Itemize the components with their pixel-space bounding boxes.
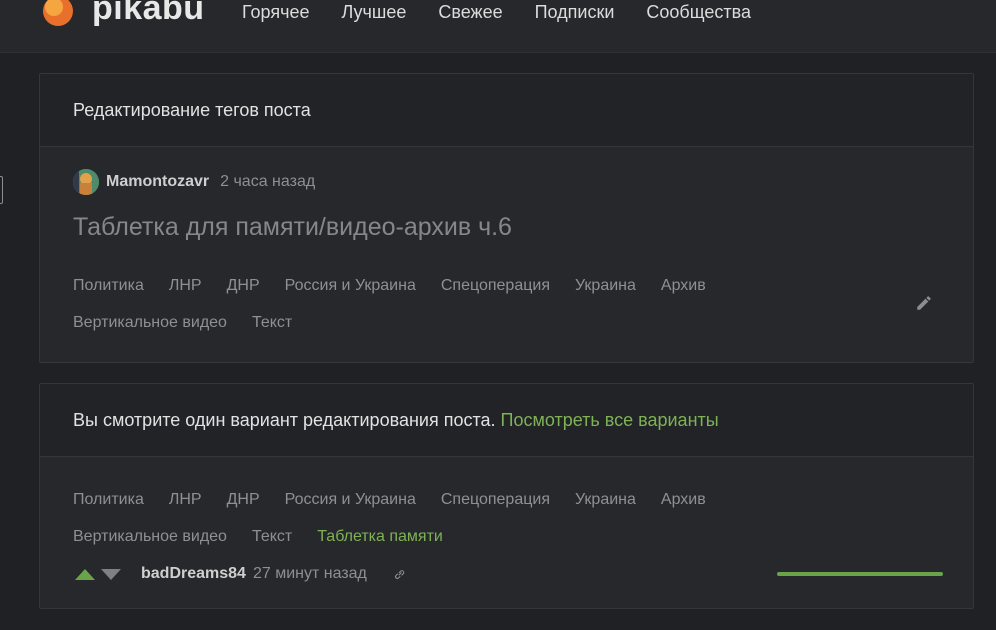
avatar[interactable] xyxy=(73,169,99,195)
nav-subscriptions[interactable]: Подписки xyxy=(535,0,615,24)
tag-edit-card: Редактирование тегов поста Mamontozavr 2… xyxy=(39,73,974,363)
original-tags: Политика ЛНР ДНР Россия и Украина Спецоп… xyxy=(73,274,853,348)
tag[interactable]: Архив xyxy=(661,274,706,311)
editor-name[interactable]: badDreams84 xyxy=(141,565,246,583)
vote-down-icon[interactable] xyxy=(101,568,121,580)
nav-best[interactable]: Лучшее xyxy=(342,0,407,24)
logo[interactable]: pikabu xyxy=(40,0,205,28)
side-panel-edge[interactable] xyxy=(0,176,3,204)
post-author-row: Mamontozavr 2 часа назад xyxy=(73,169,315,195)
post-title[interactable]: Таблетка для памяти/видео-архив ч.6 xyxy=(73,213,512,242)
edit-time: 27 минут назад xyxy=(252,565,367,582)
nav-hot[interactable]: Горячее xyxy=(242,0,310,24)
card-title: Редактирование тегов поста xyxy=(40,74,973,147)
tag[interactable]: Вертикальное видео xyxy=(73,311,227,348)
vote-up-icon[interactable] xyxy=(75,568,95,580)
approval-bar-fill xyxy=(777,572,943,576)
avatar-image xyxy=(73,169,99,195)
all-variants-link[interactable]: Посмотреть все варианты xyxy=(501,410,719,431)
tag[interactable]: Украина xyxy=(575,274,636,311)
tag[interactable]: Архив xyxy=(661,488,706,525)
author-name[interactable]: Mamontozavr xyxy=(106,173,209,191)
approval-bar xyxy=(777,572,943,576)
tag[interactable]: Спецоперация xyxy=(441,274,550,311)
tag[interactable]: Россия и Украина xyxy=(285,274,416,311)
nav-fresh[interactable]: Свежее xyxy=(438,0,502,24)
edit-pencil-icon[interactable] xyxy=(915,294,933,312)
tag[interactable]: ДНР xyxy=(227,488,260,525)
logo-text: pikabu xyxy=(92,0,205,27)
tag[interactable]: Политика xyxy=(73,274,144,311)
edit-vote-row: badDreams84 27 минут назад xyxy=(75,565,406,583)
tag-added[interactable]: Таблетка памяти xyxy=(317,525,443,562)
variant-notice-text: Вы смотрите один вариант редактирования … xyxy=(73,409,496,430)
tag[interactable]: ЛНР xyxy=(169,274,202,311)
post-time: 2 часа назад xyxy=(220,173,316,190)
tag[interactable]: Текст xyxy=(252,525,292,562)
tag[interactable]: ЛНР xyxy=(169,488,202,525)
tag[interactable]: Украина xyxy=(575,488,636,525)
tag[interactable]: Политика xyxy=(73,488,144,525)
top-bar: pikabu Горячее Лучшее Свежее Подписки Со… xyxy=(0,0,996,53)
edited-tags: Политика ЛНР ДНР Россия и Украина Спецоп… xyxy=(73,488,853,562)
tag[interactable]: Вертикальное видео xyxy=(73,525,227,562)
variant-notice: Вы смотрите один вариант редактирования … xyxy=(40,384,973,457)
tag[interactable]: Текст xyxy=(252,311,292,348)
edit-variant-card: Вы смотрите один вариант редактирования … xyxy=(39,383,974,609)
tag[interactable]: Спецоперация xyxy=(441,488,550,525)
main-nav: Горячее Лучшее Свежее Подписки Сообществ… xyxy=(242,0,783,24)
link-icon[interactable] xyxy=(393,568,406,581)
nav-communities[interactable]: Сообщества xyxy=(646,0,751,24)
logo-icon xyxy=(43,0,73,26)
tag[interactable]: Россия и Украина xyxy=(285,488,416,525)
tag[interactable]: ДНР xyxy=(227,274,260,311)
